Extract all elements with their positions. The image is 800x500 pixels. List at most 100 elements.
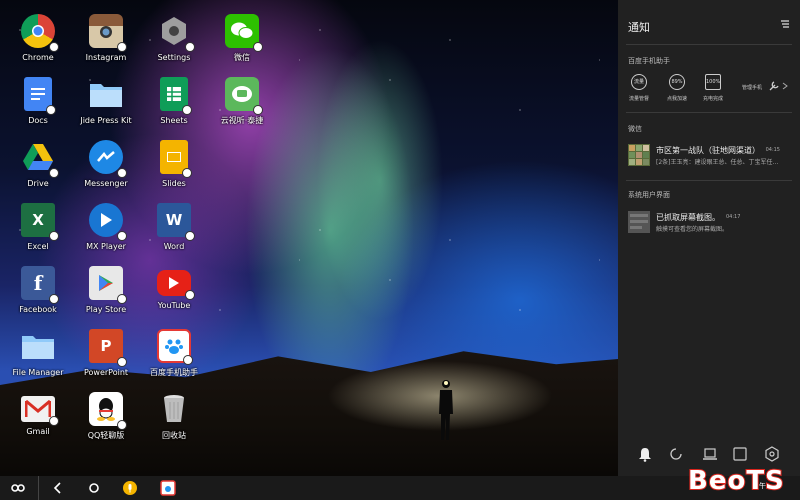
app-play-store[interactable]: Play Store [68, 266, 144, 315]
manage-phone-link[interactable]: 管理手机 [742, 84, 762, 91]
settings-hexagon-icon[interactable] [764, 446, 780, 462]
voice-search-icon[interactable] [122, 480, 138, 496]
app-label: File Manager [12, 368, 64, 377]
start-menu-button[interactable] [10, 480, 26, 496]
laptop-icon[interactable] [702, 446, 718, 462]
app-mx-player[interactable]: MX Player [68, 203, 144, 252]
app-label: Chrome [22, 53, 54, 62]
docs-icon [24, 77, 56, 115]
taskbar-app-baidu-icon[interactable] [160, 480, 176, 496]
app-label: Gmail [26, 427, 50, 436]
battery-icon: 100% [705, 74, 721, 90]
settings-icon [157, 14, 195, 52]
panel-title: 通知 [628, 21, 650, 34]
app-messenger[interactable]: Messenger [68, 140, 144, 189]
group-avatar [628, 144, 650, 166]
speed-gauge-icon: 89% [669, 74, 685, 90]
messenger-icon [89, 140, 127, 178]
app-label: Drive [27, 179, 49, 188]
screenshot-thumbnail [628, 211, 650, 233]
wrench-icon[interactable] [768, 80, 780, 92]
drive-icon [21, 140, 59, 178]
app-slides[interactable]: Slides [136, 140, 212, 189]
app-baidu-assistant[interactable]: 百度手机助手 [136, 329, 212, 378]
app-drive[interactable]: Drive [0, 140, 76, 189]
notification-time: 04:17 [726, 214, 741, 220]
app-docs[interactable]: Docs [0, 77, 76, 126]
app-jide-press-kit[interactable]: Jide Press Kit [68, 77, 144, 126]
app-label: YouTube [157, 301, 191, 310]
back-icon[interactable] [50, 480, 66, 496]
tool-charge[interactable]: 100% 充电完成 [698, 74, 728, 102]
mx-player-icon [89, 203, 127, 241]
folder-icon [89, 77, 123, 111]
chrome-icon [21, 14, 59, 52]
play-store-icon [89, 266, 127, 304]
app-label: Sheets [160, 116, 188, 125]
window-icon[interactable] [732, 446, 748, 462]
app-label: 回收站 [162, 431, 186, 440]
panel-divider [626, 180, 792, 181]
qq-icon [89, 392, 127, 430]
app-label: Messenger [84, 179, 128, 188]
app-gmail[interactable]: Gmail [0, 392, 76, 437]
drop-icon: 流量 [631, 74, 647, 90]
app-label: Excel [27, 242, 49, 251]
app-chrome[interactable]: Chrome [0, 14, 76, 63]
app-settings[interactable]: Settings [136, 14, 212, 63]
clear-all-icon[interactable] [780, 19, 790, 29]
notification-body: [2条]王玉亮：建设眼王总、任总、丁宝军任... [656, 159, 779, 166]
app-wechat[interactable]: 微信 [204, 14, 280, 63]
app-qq[interactable]: QQ轻聊版 [68, 392, 144, 441]
section-title-system: 系统用户界面 [628, 191, 670, 199]
app-powerpoint[interactable]: P PowerPoint [68, 329, 144, 378]
app-label: PowerPoint [83, 368, 129, 377]
taskbar: 上午 [0, 476, 800, 500]
wechat-icon [225, 14, 263, 52]
app-label: 百度手机助手 [150, 368, 198, 377]
app-sheets[interactable]: Sheets [136, 77, 212, 126]
sheets-icon [160, 77, 192, 115]
app-label: Facebook [19, 305, 57, 314]
beots-watermark-logo: BeoTS [687, 462, 785, 498]
sync-icon[interactable] [668, 446, 684, 462]
app-recycle-bin[interactable]: 回收站 [136, 392, 212, 441]
app-label: Jide Press Kit [80, 116, 132, 125]
taskbar-divider [38, 476, 39, 500]
notification-time: 04:15 [765, 147, 780, 153]
word-icon: W [157, 203, 195, 241]
notification-title: 市区第一战队（驻地网渠道） [656, 146, 760, 155]
app-tv-player[interactable]: 云视听·泰捷 [204, 77, 280, 126]
tool-label: 点我加速 [666, 96, 687, 102]
app-label: Word [163, 242, 185, 251]
bell-icon[interactable] [637, 446, 653, 462]
app-instagram[interactable]: Instagram [68, 14, 144, 63]
instagram-icon [89, 14, 127, 52]
chevron-right-icon[interactable] [782, 82, 788, 90]
app-youtube[interactable]: YouTube [136, 266, 212, 311]
tv-app-icon [225, 77, 263, 115]
tool-speedup[interactable]: 89% 点我加速 [662, 74, 692, 102]
app-label: QQ轻聊版 [87, 431, 125, 440]
section-title-wechat: 微信 [628, 125, 642, 133]
slides-icon [160, 140, 192, 178]
app-facebook[interactable]: f Facebook [0, 266, 76, 315]
app-file-manager[interactable]: File Manager [0, 329, 76, 378]
tool-label: 流量管督 [628, 96, 649, 102]
home-icon[interactable] [86, 480, 102, 496]
tool-traffic[interactable]: 流量 流量管督 [624, 74, 654, 102]
app-label: Instagram [85, 53, 127, 62]
section-title-baidu: 百度手机助手 [628, 57, 670, 65]
tool-label: 充电完成 [702, 96, 723, 102]
app-excel[interactable]: X Excel [0, 203, 76, 252]
baidu-assistant-icon [157, 329, 193, 365]
powerpoint-icon: P [89, 329, 127, 367]
watermark-text: BeoTS [687, 465, 785, 497]
app-label: Settings [157, 53, 191, 62]
app-word[interactable]: W Word [136, 203, 212, 252]
wallpaper-person-silhouette [439, 380, 453, 440]
app-label: Slides [162, 179, 186, 188]
notification-title: 已抓取屏幕截图。 [656, 213, 720, 222]
panel-divider [626, 112, 792, 113]
app-label: Docs [28, 116, 48, 125]
